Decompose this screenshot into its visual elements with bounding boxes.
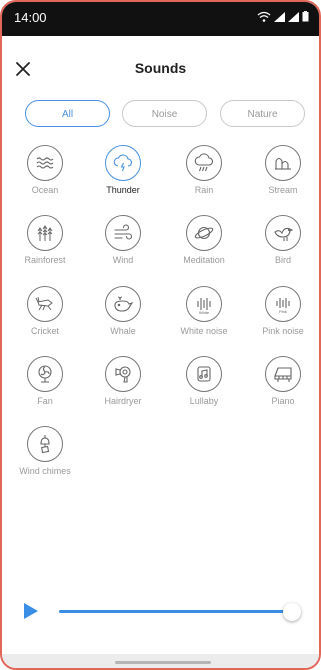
pink-badge: Pink bbox=[279, 309, 287, 314]
white-noise-circle: White bbox=[186, 286, 222, 322]
sound-label: White noise bbox=[180, 326, 228, 336]
sound-item-ocean[interactable]: Ocean bbox=[10, 145, 80, 195]
signal-icon bbox=[274, 12, 285, 22]
white-noise-icon: White bbox=[197, 298, 211, 315]
lullaby-circle bbox=[186, 356, 222, 392]
sound-label: Hairdryer bbox=[104, 396, 142, 406]
sound-item-whale[interactable]: Whale bbox=[88, 286, 158, 336]
sound-item-lullaby[interactable]: Lullaby bbox=[169, 356, 239, 406]
status-time: 14:00 bbox=[14, 10, 47, 25]
piano-icon bbox=[274, 367, 292, 382]
sound-label: Cricket bbox=[30, 326, 59, 336]
sound-item-stream[interactable]: Stream bbox=[248, 145, 318, 195]
hairdryer-icon bbox=[115, 366, 131, 383]
sound-label: Wind chimes bbox=[19, 466, 71, 476]
fan-circle bbox=[27, 356, 63, 392]
tab-noise[interactable]: Noise bbox=[122, 100, 207, 127]
signal-icon-2 bbox=[288, 12, 299, 22]
sound-label: Stream bbox=[268, 185, 298, 195]
sound-label: Lullaby bbox=[189, 396, 219, 406]
battery-icon bbox=[302, 11, 309, 22]
sound-label: Wind bbox=[112, 255, 134, 265]
sound-label: Fan bbox=[37, 396, 53, 406]
waves-icon bbox=[36, 157, 54, 169]
hairdryer-circle bbox=[105, 356, 141, 392]
wind-chimes-icon bbox=[40, 435, 50, 454]
sound-label: Meditation bbox=[183, 255, 225, 265]
stream-circle bbox=[265, 145, 301, 181]
meditation-circle bbox=[186, 215, 222, 251]
tab-all[interactable]: All bbox=[25, 100, 110, 127]
sound-item-pink-noise[interactable]: Pink Pink noise bbox=[248, 286, 318, 336]
sound-item-rainforest[interactable]: Rainforest bbox=[10, 215, 80, 265]
rainforest-circle bbox=[27, 215, 63, 251]
ocean-circle bbox=[27, 145, 63, 181]
sound-item-rain[interactable]: Rain bbox=[169, 145, 239, 195]
fan-icon bbox=[38, 365, 52, 383]
trees-icon bbox=[37, 225, 53, 241]
whale-icon bbox=[114, 296, 134, 312]
planet-icon bbox=[194, 226, 214, 240]
category-tabs: All Noise Nature bbox=[25, 100, 305, 128]
whale-circle bbox=[105, 286, 141, 322]
sound-item-wind-chimes[interactable]: Wind chimes bbox=[10, 426, 80, 476]
sound-label: Bird bbox=[274, 255, 291, 265]
white-badge: White bbox=[199, 310, 210, 315]
play-button[interactable] bbox=[24, 603, 38, 619]
sound-label: Ocean bbox=[31, 185, 59, 195]
sound-item-white-noise[interactable]: White White noise bbox=[169, 286, 239, 336]
page-title: Sounds bbox=[134, 60, 187, 76]
pink-noise-circle: Pink bbox=[265, 286, 301, 322]
bird-icon bbox=[274, 227, 294, 241]
navigation-bar bbox=[2, 654, 319, 668]
home-indicator[interactable] bbox=[115, 661, 211, 664]
pink-noise-icon: Pink bbox=[276, 298, 290, 314]
volume-slider-thumb[interactable] bbox=[283, 603, 301, 621]
header: Sounds bbox=[2, 54, 319, 88]
sound-label: Thunder bbox=[106, 185, 140, 195]
cricket-icon bbox=[35, 296, 53, 311]
sound-item-piano[interactable]: Piano bbox=[248, 356, 318, 406]
sound-label: Rain bbox=[194, 185, 214, 195]
cricket-circle bbox=[27, 286, 63, 322]
rain-circle bbox=[186, 145, 222, 181]
wind-chimes-circle bbox=[27, 426, 63, 462]
piano-circle bbox=[265, 356, 301, 392]
sound-item-meditation[interactable]: Meditation bbox=[169, 215, 239, 265]
status-icons bbox=[257, 11, 309, 22]
wind-circle bbox=[105, 215, 141, 251]
music-note-icon bbox=[197, 366, 211, 382]
sound-item-wind[interactable]: Wind bbox=[88, 215, 158, 265]
volume-slider-track[interactable] bbox=[59, 610, 291, 613]
wind-icon bbox=[114, 224, 133, 240]
rain-cloud-icon bbox=[194, 153, 214, 172]
sound-label: Rainforest bbox=[24, 255, 66, 265]
tab-nature[interactable]: Nature bbox=[220, 100, 305, 127]
sound-item-bird[interactable]: Bird bbox=[248, 215, 318, 265]
stream-icon bbox=[275, 157, 291, 170]
sound-label: Whale bbox=[110, 326, 136, 336]
sound-label: Piano bbox=[271, 396, 295, 406]
sound-label: Pink noise bbox=[262, 326, 304, 336]
thunder-cloud-icon bbox=[113, 154, 133, 172]
sound-item-thunder[interactable]: Thunder bbox=[88, 145, 158, 195]
phone-frame: 14:00 Sounds All Noise Nature Ocean Thun… bbox=[0, 0, 321, 670]
player-bar bbox=[24, 598, 309, 628]
wifi-icon bbox=[257, 11, 271, 22]
status-bar: 14:00 bbox=[2, 2, 319, 36]
sound-item-fan[interactable]: Fan bbox=[10, 356, 80, 406]
sound-item-hairdryer[interactable]: Hairdryer bbox=[88, 356, 158, 406]
sound-item-cricket[interactable]: Cricket bbox=[10, 286, 80, 336]
bird-circle bbox=[265, 215, 301, 251]
thunder-circle bbox=[105, 145, 141, 181]
